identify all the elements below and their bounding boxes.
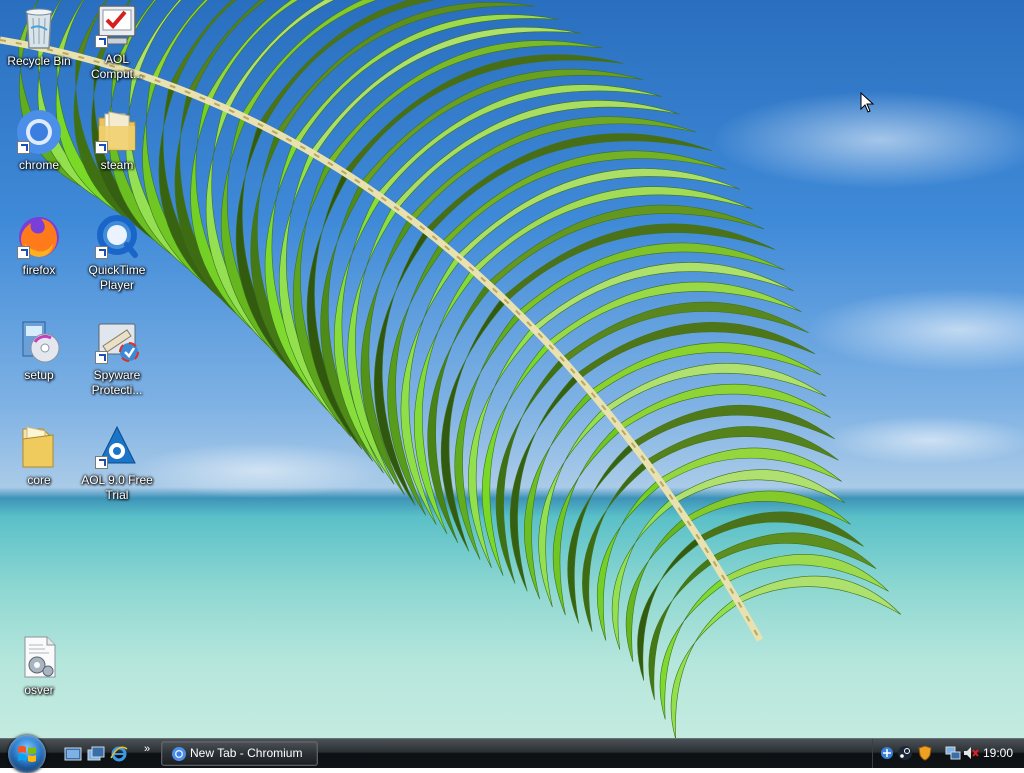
shortcut-arrow-icon	[95, 456, 108, 469]
start-button[interactable]	[8, 735, 46, 773]
icon-label: setup	[24, 368, 54, 382]
taskbar: » New Tab - Chromium 19:00	[0, 735, 1024, 773]
shortcut-arrow-icon	[95, 141, 108, 154]
switch-windows-icon[interactable]	[87, 745, 105, 763]
shortcut-arrow-icon	[17, 246, 30, 259]
setup-icon	[15, 318, 63, 366]
folder-icon	[15, 423, 63, 471]
firefox-icon	[15, 213, 63, 261]
internet-explorer-icon[interactable]	[110, 745, 128, 763]
recycle-bin-icon	[15, 4, 63, 52]
desktop-icon-firefox[interactable]: firefox	[0, 213, 78, 278]
quick-launch-overflow-icon[interactable]: »	[144, 743, 150, 755]
chrome-icon	[15, 108, 63, 156]
icon-label: chrome	[18, 158, 59, 172]
desktop-icon-quicktime[interactable]: QuickTime Player	[78, 213, 156, 293]
mouse-cursor-icon	[860, 92, 875, 113]
icon-label: AOL Comput...	[90, 52, 144, 81]
icon-label: osver	[24, 683, 54, 697]
icon-label: core	[27, 473, 51, 487]
steam-tray-icon[interactable]	[897, 745, 913, 761]
shortcut-arrow-icon	[95, 351, 108, 364]
show-desktop-icon[interactable]	[64, 745, 82, 763]
icon-label: Recycle Bin	[7, 54, 71, 68]
icon-label: steam	[100, 158, 134, 172]
aol-computer-checkup-icon	[93, 2, 141, 50]
quicktime-icon	[93, 213, 141, 261]
network-icon[interactable]	[945, 745, 961, 761]
spyware-protection-icon	[93, 318, 141, 366]
icon-label: AOL 9.0 Free Trial	[81, 473, 153, 502]
aol-icon	[93, 423, 141, 471]
volume-muted-icon[interactable]	[963, 745, 979, 761]
security-shield-icon[interactable]	[917, 745, 933, 761]
desktop-icon-recycle-bin[interactable]: Recycle Bin	[0, 4, 78, 69]
shortcut-arrow-icon	[17, 141, 30, 154]
desktop-icon-aol-computer-checkup[interactable]: AOL Comput...	[78, 2, 156, 82]
clock[interactable]: 19:00	[983, 746, 1013, 760]
network-status-icon[interactable]	[879, 745, 895, 761]
folder-icon	[93, 108, 141, 156]
icon-label: firefox	[22, 263, 56, 277]
desktop-icon-steam[interactable]: steam	[78, 108, 156, 173]
chromium-icon	[172, 747, 186, 761]
taskbar-button-label: New Tab - Chromium	[190, 746, 303, 760]
icon-label: Spyware Protecti...	[91, 368, 143, 397]
desktop-icon-spyware-protection[interactable]: Spyware Protecti...	[78, 318, 156, 398]
icon-label: QuickTime Player	[88, 263, 146, 292]
shortcut-arrow-icon	[95, 246, 108, 259]
desktop-icon-chrome[interactable]: chrome	[0, 108, 78, 173]
shortcut-arrow-icon	[95, 35, 108, 48]
taskbar-button-chromium[interactable]: New Tab - Chromium	[161, 741, 318, 766]
desktop-icon-aol-free-trial[interactable]: AOL 9.0 Free Trial	[78, 423, 156, 503]
document-gear-icon	[15, 633, 63, 681]
windows-logo-icon	[18, 746, 36, 762]
desktop-icon-setup[interactable]: setup	[0, 318, 78, 383]
desktop-icon-core[interactable]: core	[0, 423, 78, 488]
desktop-icon-osver[interactable]: osver	[0, 633, 78, 698]
